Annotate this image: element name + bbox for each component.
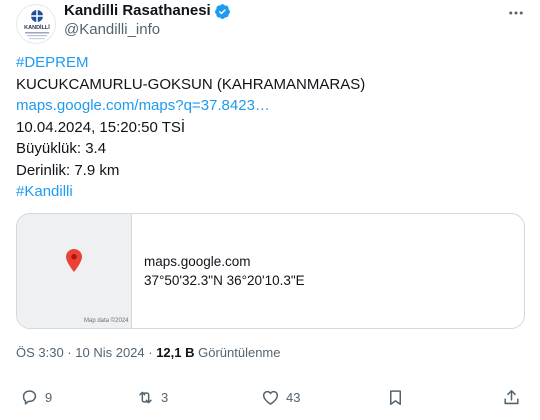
author-name[interactable]: Kandilli Rasathanesi	[64, 2, 211, 19]
tweet-meta: ÖS 3:30 · 10 Nis 2024 · 12,1 B Görüntüle…	[16, 345, 281, 360]
card-domain: maps.google.com	[144, 254, 251, 269]
author-handle[interactable]: @Kandilli_info	[64, 21, 160, 38]
map-link[interactable]: maps.google.com/maps?q=37.8423…	[16, 95, 516, 117]
retweet-icon	[139, 391, 152, 403]
map-thumbnail: Map data ©2024	[17, 214, 132, 328]
avatar-logo-text: KANDİLLİ	[24, 24, 50, 31]
card-coordinates: 37°50'32.3"N 36°20'10.3"E	[144, 273, 305, 288]
heart-icon	[262, 390, 279, 405]
more-options-icon[interactable]	[506, 4, 526, 22]
location-text: KUCUKCAMURLU-GOKSUN (KAHRAMANMARAS)	[16, 75, 366, 93]
share-icon	[504, 389, 519, 404]
views-label: Görüntülenme	[194, 345, 281, 360]
bookmark-icon	[389, 389, 402, 405]
datetime-text: 10.04.2024, 15:20:50 TSİ	[16, 118, 186, 136]
tweet-header: KANDİLLİ Kandilli Rasathanesi @Kandilli_…	[16, 0, 526, 46]
map-attribution: Map data ©2024	[84, 318, 129, 324]
like-count: 43	[286, 389, 301, 405]
kandilli-logo: KANDİLLİ	[24, 10, 50, 40]
reply-icon	[22, 389, 37, 405]
views-count: 12,1 B	[156, 345, 195, 360]
magnitude-text: Büyüklük: 3.4	[16, 140, 107, 157]
like-button[interactable]: 43	[261, 385, 300, 409]
hashtag-deprem[interactable]: #DEPREM	[16, 52, 516, 74]
avatar[interactable]: KANDİLLİ	[16, 4, 56, 44]
verified-badge-icon[interactable]	[214, 3, 231, 20]
retweet-button[interactable]: 3	[136, 385, 168, 409]
map-pin-icon	[66, 249, 82, 272]
bookmark-button[interactable]	[386, 385, 405, 409]
tweet-timestamp[interactable]: ÖS 3:30 · 10 Nis 2024 ·	[16, 345, 156, 360]
share-button[interactable]	[502, 385, 521, 409]
hashtag-kandilli[interactable]: #Kandilli	[16, 181, 516, 203]
depth-text: Derinlik: 7.9 km	[16, 161, 120, 179]
reply-count: 9	[45, 389, 53, 405]
reply-button[interactable]: 9	[20, 385, 52, 409]
retweet-count: 3	[161, 389, 169, 405]
action-bar: 9 3 43	[16, 385, 526, 409]
tweet-text: #DEPREM KUCUKCAMURLU-GOKSUN (KAHRAMANMAR…	[16, 52, 516, 203]
link-preview-card[interactable]: Map data ©2024 maps.google.com 37°50'32.…	[16, 213, 525, 329]
